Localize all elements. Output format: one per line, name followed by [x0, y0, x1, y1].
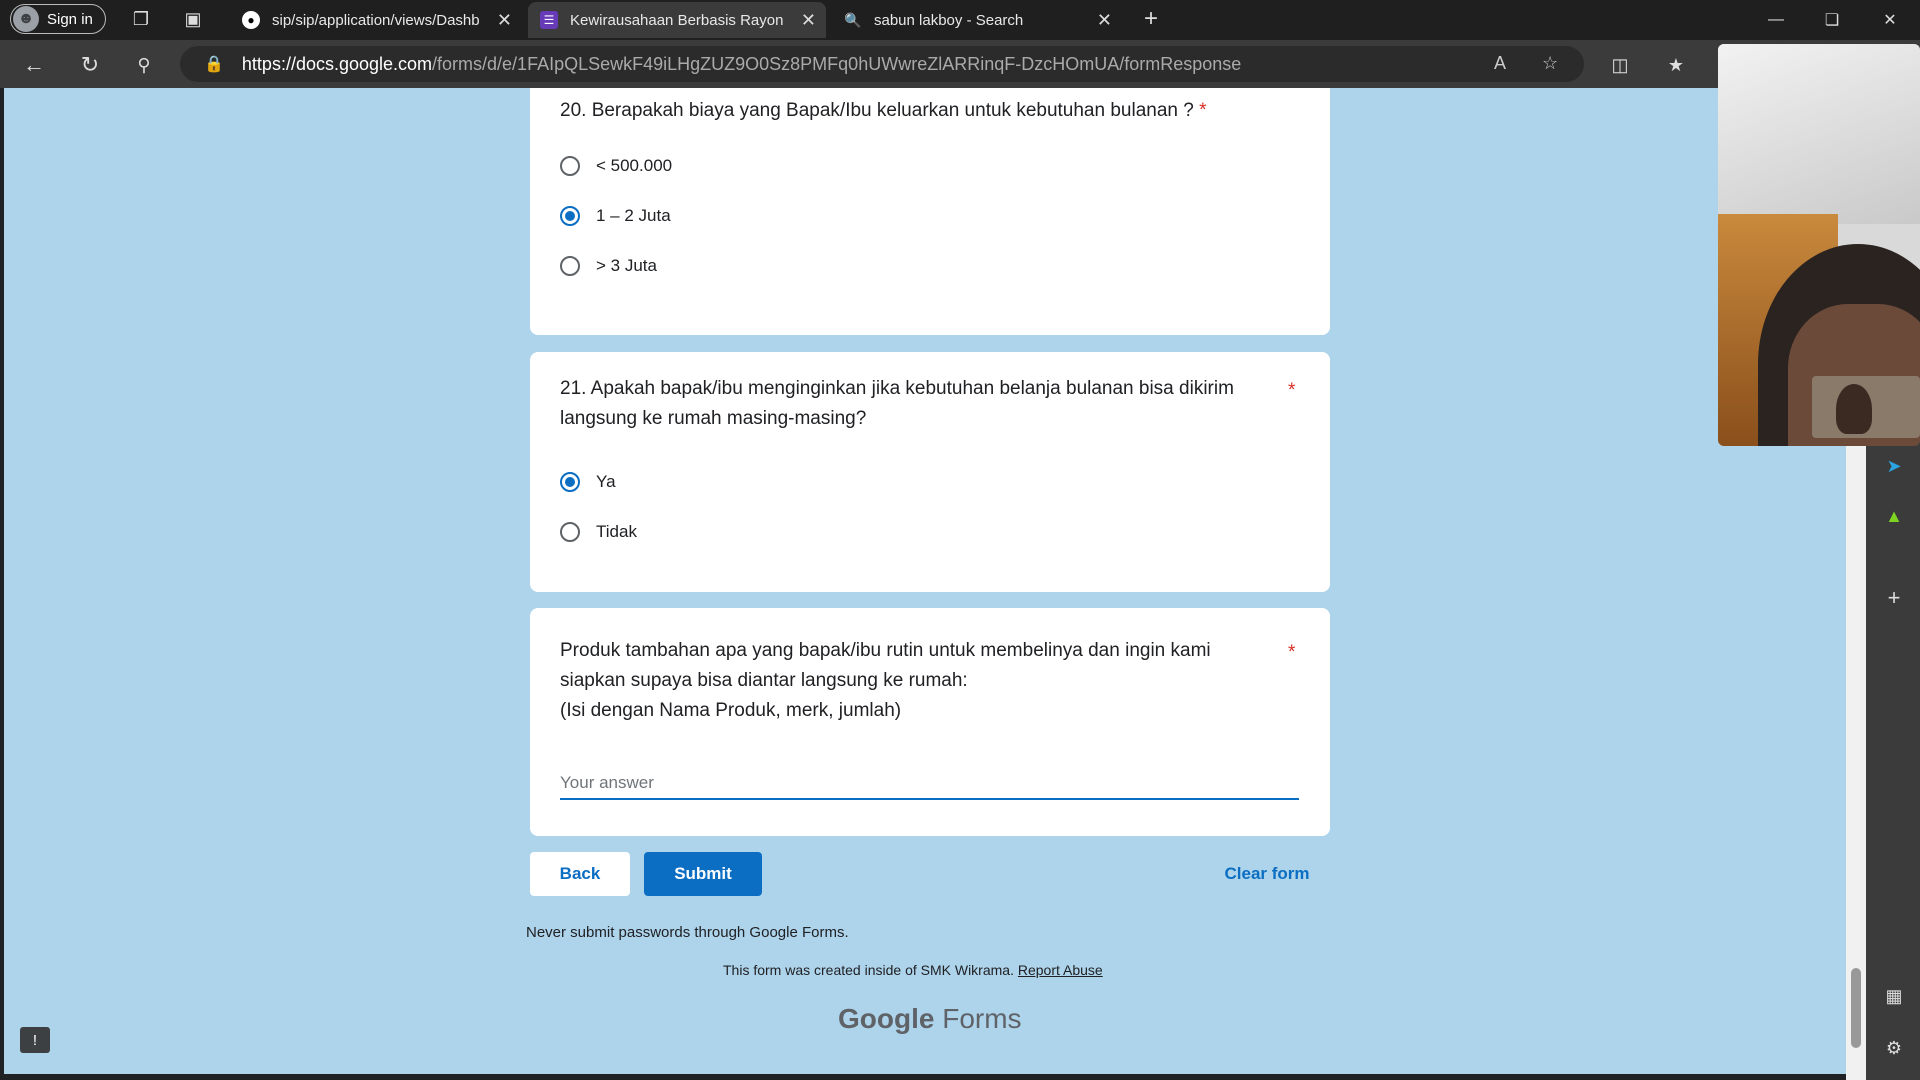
back-arrow-icon[interactable]: ←: [20, 52, 48, 78]
favorites-icon[interactable]: ★: [1662, 52, 1690, 78]
reload-icon[interactable]: ↻: [76, 52, 104, 78]
radio-button-selected[interactable]: [560, 472, 580, 492]
answer-input[interactable]: Your answer: [560, 768, 1299, 800]
workspaces-icon[interactable]: ❐: [130, 8, 152, 30]
browser-tab-bar: ☻ Sign in ❐ ▣ ● sip/sip/application/view…: [0, 0, 1920, 40]
search-icon: 🔍: [844, 11, 862, 28]
read-aloud-icon[interactable]: A: [1494, 53, 1506, 74]
back-button[interactable]: Back: [530, 852, 630, 896]
add-sidebar-icon[interactable]: +: [1880, 584, 1908, 612]
scrollbar-thumb[interactable]: [1851, 968, 1861, 1048]
question-card-20: 20. Berapakah biaya yang Bapak/Ibu kelua…: [530, 88, 1330, 335]
question-title: 20. Berapakah biaya yang Bapak/Ibu kelua…: [560, 100, 1207, 121]
settings-gear-icon[interactable]: ⚙: [1880, 1034, 1908, 1062]
restore-icon[interactable]: ❏: [1804, 0, 1860, 40]
radio-button[interactable]: [560, 522, 580, 542]
google-forms-icon: ☰: [540, 11, 558, 29]
radio-button-selected[interactable]: [560, 206, 580, 226]
split-screen-icon[interactable]: ◫: [1606, 52, 1634, 78]
radio-option[interactable]: > 3 Juta: [560, 256, 657, 276]
self-view-thumbnail[interactable]: [1812, 376, 1920, 438]
telegram-icon[interactable]: ➤: [1880, 452, 1908, 480]
radio-option[interactable]: 1 – 2 Juta: [560, 206, 671, 226]
github-icon: ●: [242, 11, 260, 29]
report-abuse-link[interactable]: Report Abuse: [1018, 962, 1103, 978]
minimize-icon[interactable]: —: [1748, 0, 1804, 40]
favorite-star-icon[interactable]: ☆: [1542, 53, 1558, 74]
close-window-icon[interactable]: ✕: [1862, 0, 1918, 40]
question-title: 21. Apakah bapak/ibu menginginkan jika k…: [560, 378, 1234, 429]
tab-google-form[interactable]: ☰ Kewirausahaan Berbasis Rayon ✕: [528, 2, 826, 38]
question-card-products: Produk tambahan apa yang bapak/ibu rutin…: [530, 608, 1330, 836]
lock-icon: 🔒: [204, 56, 224, 73]
radio-button[interactable]: [560, 256, 580, 276]
screenshot-icon[interactable]: ▦: [1880, 982, 1908, 1010]
radio-button[interactable]: [560, 156, 580, 176]
clear-form-button[interactable]: Clear form: [1212, 852, 1322, 896]
question-title: Produk tambahan apa yang bapak/ibu rutin…: [560, 640, 1211, 721]
password-warning: Never submit passwords through Google Fo…: [526, 924, 849, 941]
sign-in-button[interactable]: ☻ Sign in: [10, 4, 106, 34]
feedback-icon[interactable]: !: [20, 1027, 50, 1053]
close-tab-icon[interactable]: ✕: [1097, 10, 1112, 31]
required-asterisk: *: [1288, 380, 1296, 401]
radio-option[interactable]: < 500.000: [560, 156, 672, 176]
tab-actions-icon[interactable]: ▣: [182, 8, 204, 30]
radio-option[interactable]: Ya: [560, 472, 616, 492]
new-tab-icon[interactable]: +: [1140, 5, 1162, 32]
tab-search[interactable]: 🔍 sabun lakboy - Search ✕: [832, 2, 1122, 38]
required-asterisk: *: [1288, 642, 1296, 663]
page-content: 20. Berapakah biaya yang Bapak/Ibu kelua…: [4, 88, 1846, 1074]
question-card-21: 21. Apakah bapak/ibu menginginkan jika k…: [530, 352, 1330, 592]
address-bar[interactable]: 🔒 https://docs.google.com/forms/d/e/1FAI…: [180, 46, 1584, 82]
tab-github[interactable]: ● sip/sip/application/views/Dashb ✕: [230, 2, 522, 38]
tree-icon[interactable]: ▲: [1880, 502, 1908, 530]
radio-option[interactable]: Tidak: [560, 522, 637, 542]
submit-button[interactable]: Submit: [644, 852, 762, 896]
ceiling-image: [1718, 44, 1920, 224]
google-forms-logo: Google Forms: [838, 1003, 1022, 1034]
close-tab-icon[interactable]: ✕: [801, 10, 816, 31]
required-asterisk: *: [1199, 100, 1207, 121]
close-tab-icon[interactable]: ✕: [497, 10, 512, 31]
self-face-image: [1836, 384, 1872, 434]
address-toolbar: ← ↻ ⚲ 🔒 https://docs.google.com/forms/d/…: [0, 40, 1920, 88]
avatar-icon: ☻: [13, 6, 39, 32]
search-icon[interactable]: ⚲: [130, 52, 158, 78]
form-origin-note: This form was created inside of SMK Wikr…: [723, 962, 1103, 978]
